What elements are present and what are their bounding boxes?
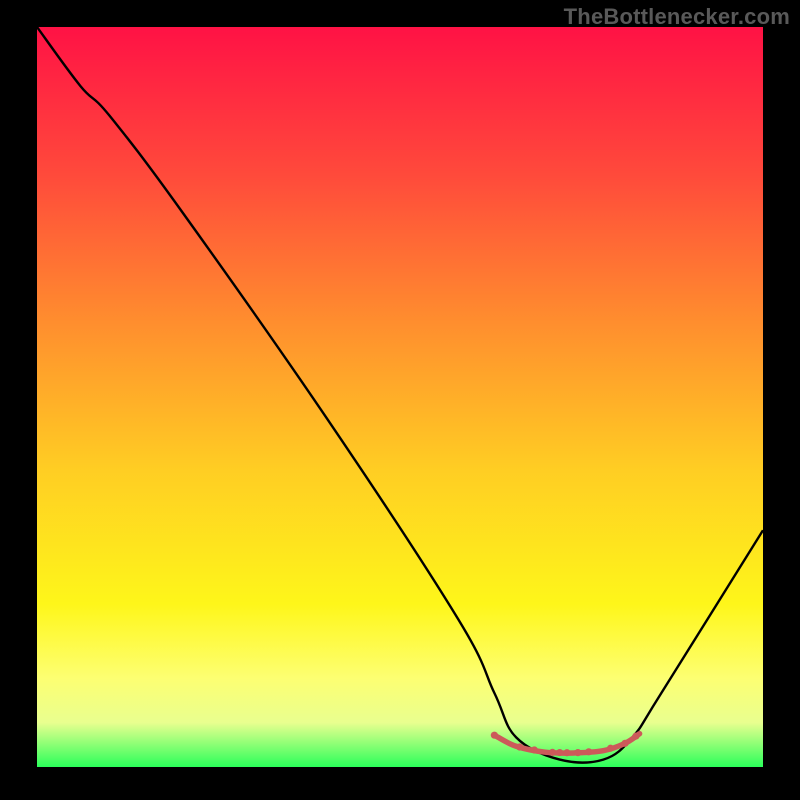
low-band-marker [632,733,639,740]
low-band-marker [549,749,556,756]
chart-frame: TheBottlenecker.com [0,0,800,800]
watermark-label: TheBottlenecker.com [564,4,790,30]
plot-area [37,27,763,767]
low-band-marker [574,749,581,756]
low-band-marker [585,748,592,755]
low-band-marker [621,740,628,747]
low-band-marker [491,732,498,739]
low-band-marker [563,749,570,756]
gradient-background [37,27,763,767]
low-band-marker [607,745,614,752]
low-band-marker [516,743,523,750]
low-band-marker [531,746,538,753]
low-band-marker [556,749,563,756]
chart-svg [37,27,763,767]
